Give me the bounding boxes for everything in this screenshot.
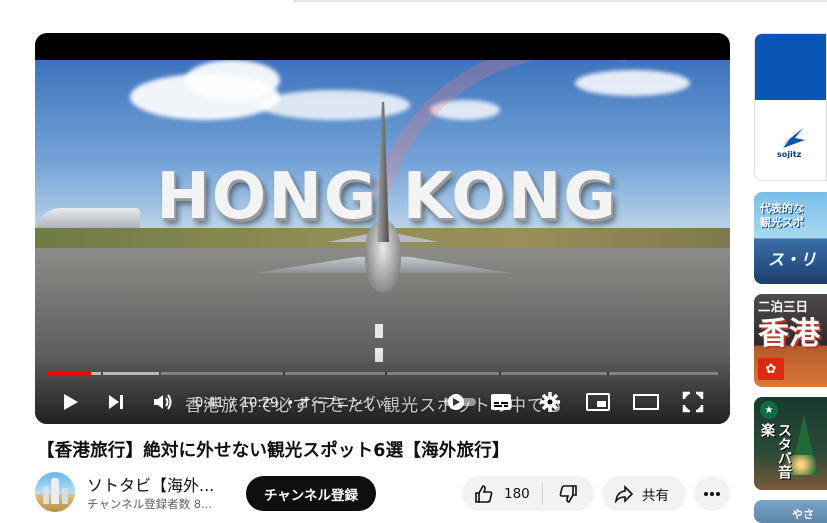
thumbnail-text: やさ [792,508,814,521]
subtitles-button[interactable] [486,387,516,417]
thumbs-up-icon [475,484,493,503]
chapter-title[interactable]: • オープニング › [286,396,384,411]
more-horizontal-icon [704,491,720,496]
sojitz-logo-icon [777,126,807,150]
play-button[interactable] [55,387,85,417]
next-icon [109,395,123,409]
channel-avatar[interactable] [35,472,75,512]
cloud [185,60,280,100]
more-actions-button[interactable] [694,476,730,511]
time-separator: / [230,396,235,411]
starbucks-logo-icon: ★ [760,401,778,419]
volume-icon [154,394,172,410]
fullscreen-button[interactable] [678,387,708,417]
theater-mode-button[interactable] [631,387,661,417]
subtitles-icon [491,394,511,410]
thumbnail-line: 観光スポ [760,216,804,229]
chapter-marker [499,372,501,375]
subscriber-count: チャンネル登録者数 8... [87,497,213,511]
cloud [260,90,410,120]
thumbs-down-icon [559,484,577,503]
like-button[interactable]: 180 [462,476,542,511]
autoplay-toggle[interactable] [441,387,479,417]
chapter-marker [385,372,387,375]
sidebar-ad[interactable]: sojitz [754,33,827,181]
volume-button[interactable] [148,387,178,417]
chapter-marker [101,372,103,375]
top-divider [293,0,827,2]
settings-button[interactable] [535,387,565,417]
thumbnail-line: 代表的な [760,202,804,215]
avatar-building [51,478,59,504]
chapter-marker [607,372,609,375]
sidebar-video-thumbnail[interactable]: ★ スタバ音楽 [754,397,827,490]
subscribe-button[interactable]: チャンネル登録 [246,476,376,511]
avatar-building [43,486,49,504]
share-label: 共有 [642,487,669,504]
ad-logo-text: sojitz [777,150,802,159]
like-dislike-group: 180 [462,476,594,511]
thumbnail-text: ス・リ [768,250,817,269]
thumbnail-text: 代表的な 観光スポ [760,202,804,230]
video-title: 【香港旅行】絶対に外せない観光スポット6選【海外旅行】 [37,441,510,461]
sidebar-video-thumbnail[interactable]: 二泊三日 香港 ✿ [754,294,827,387]
miniplayer-icon [586,393,610,411]
dislike-button[interactable] [543,476,593,511]
channel-name[interactable]: ソトタビ【海外... [87,472,214,496]
time-total: 10:29 [240,396,279,411]
gear-icon [540,392,560,412]
chapter-marker [283,372,285,375]
sidebar-video-thumbnail[interactable]: 代表的な 観光スポ ス・リ [754,192,827,284]
thumbnail-text: スタバ音楽 [759,423,792,479]
fullscreen-icon [682,391,704,413]
next-button[interactable] [101,387,131,417]
thumbnail-text: 香港 [758,316,820,352]
time-current: 0:41 [195,396,225,411]
avatar-building [62,488,68,504]
share-button[interactable]: 共有 [602,476,686,511]
progress-bar[interactable] [47,372,718,375]
hong-kong-flag-icon: ✿ [758,358,784,380]
play-icon [64,394,78,410]
sidebar-video-thumbnail[interactable]: やさ [754,500,827,523]
autoplay-toggle-icon [444,394,476,410]
like-count: 180 [504,485,530,502]
theater-icon [633,394,659,410]
video-player[interactable]: HONG KONG 香港旅行で必ず行きたい観光スポットの中でも 0:41 / 1… [35,33,730,424]
miniplayer-button[interactable] [583,387,613,417]
ad-banner [755,34,826,100]
runway-marking [375,324,383,338]
share-icon [614,484,634,503]
chapter-marker [159,372,161,375]
time-display: 0:41 / 10:29 • オープニング › [195,392,385,411]
progress-played [47,372,91,375]
